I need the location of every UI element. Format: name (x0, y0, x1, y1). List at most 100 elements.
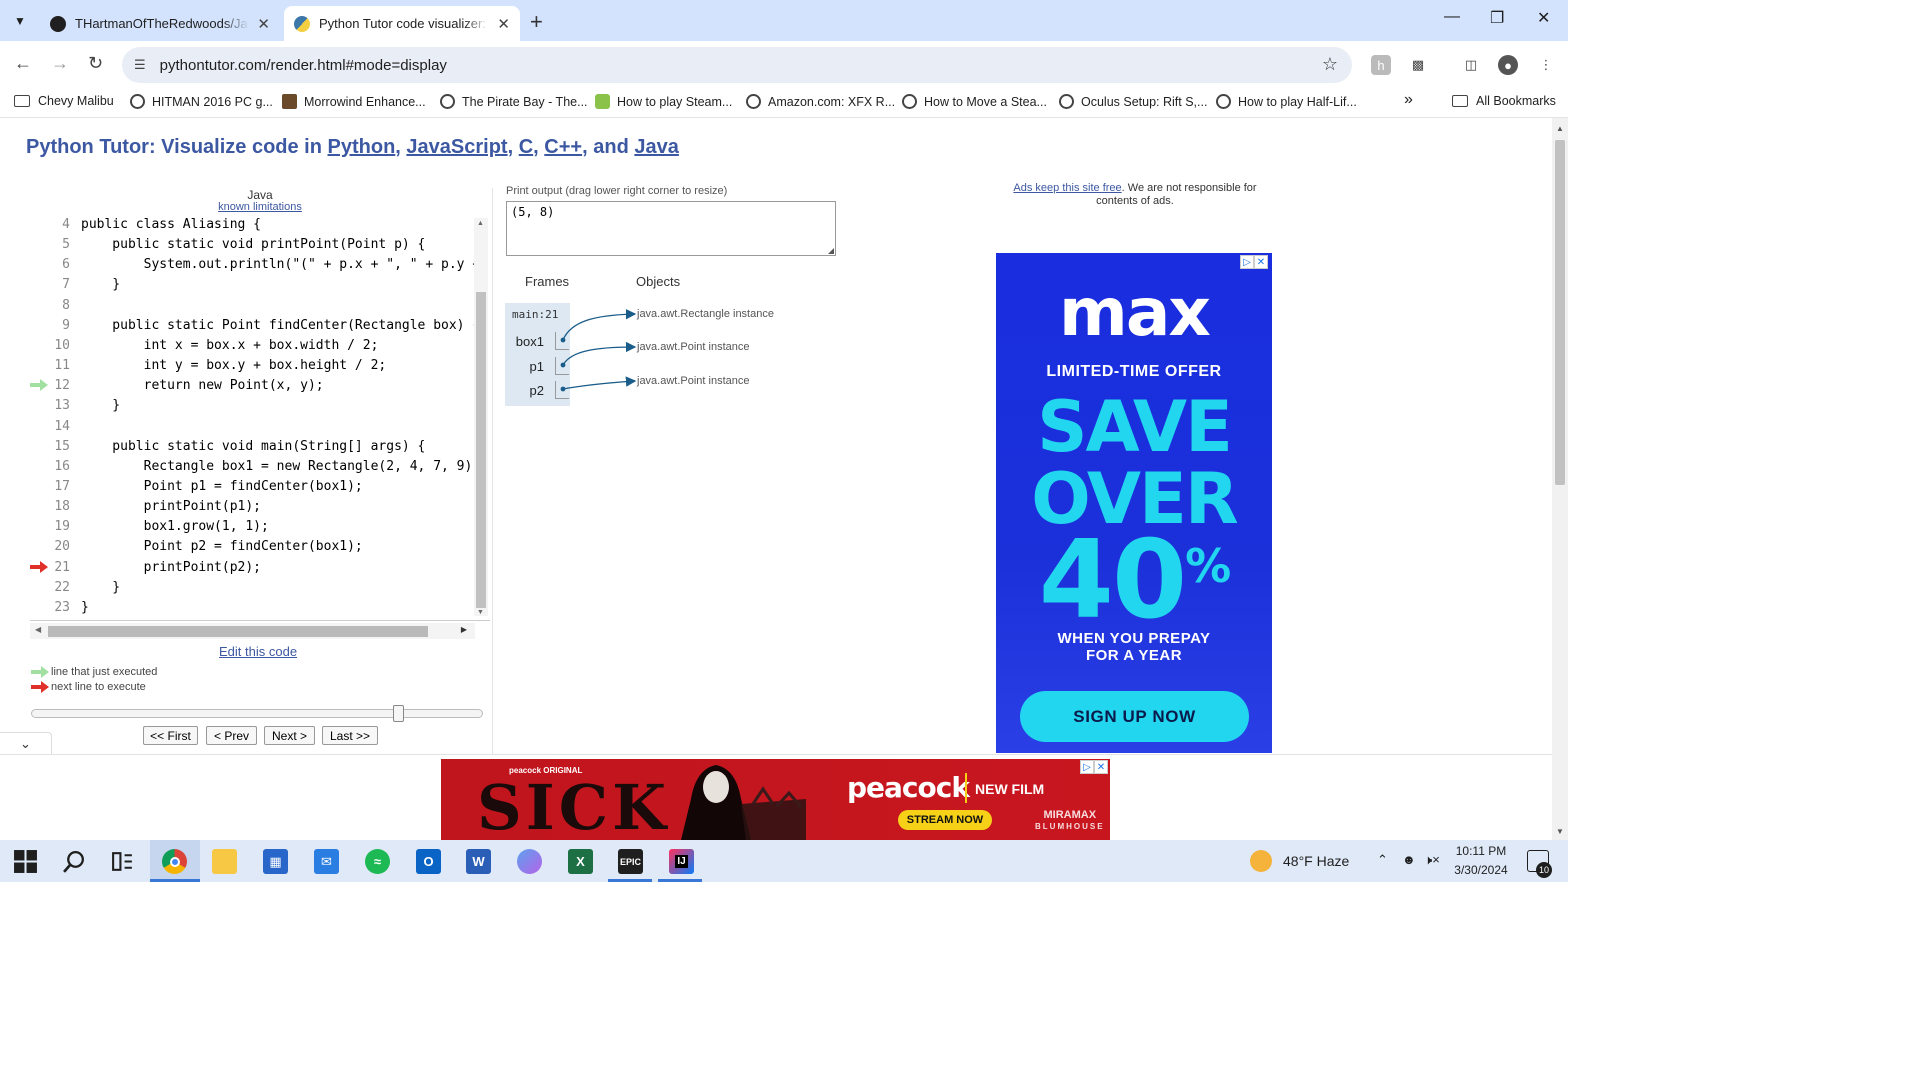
outlook-icon[interactable]: O (416, 849, 441, 874)
python-link[interactable]: Python (328, 136, 396, 158)
c-link[interactable]: C (519, 136, 533, 158)
show-hidden-icons-chevron-icon[interactable]: ⌃ (1377, 852, 1388, 868)
prev-button[interactable]: < Prev (206, 726, 257, 745)
code-horizontal-scrollbar[interactable]: ◀ ▶ (30, 623, 475, 639)
extension-icon[interactable]: h (1371, 55, 1391, 75)
url-text[interactable]: pythontutor.com/render.html#mode=display (160, 57, 447, 74)
word-icon[interactable]: W (466, 849, 491, 874)
close-window-button[interactable]: ✕ (1537, 8, 1550, 28)
bookmark-steam[interactable]: How to play Steam... (595, 94, 732, 109)
scroll-up-arrow[interactable]: ▲ (1556, 124, 1564, 133)
adchoices[interactable]: ▷ ✕ (1080, 760, 1108, 774)
bookmark-move-steam[interactable]: How to Move a Stea... (902, 94, 1047, 109)
java-link[interactable]: Java (634, 136, 679, 158)
excel-icon[interactable]: X (568, 849, 593, 874)
profile-avatar[interactable]: ● (1498, 55, 1518, 75)
print-output-box[interactable]: (5, 8) (506, 201, 836, 256)
max-ad-banner[interactable]: ▷ ✕ max LIMITED-TIME OFFER SAVE OVER 40%… (996, 253, 1272, 753)
code-line[interactable]: 4 public class Aliasing { (30, 215, 475, 235)
spotify-icon[interactable]: ≈ (365, 849, 390, 874)
scroll-left-arrow[interactable]: ◀ (35, 625, 41, 634)
peacock-ad-banner[interactable]: ▷ ✕ peacock ORIGINAL SICK peacock NEW FI… (441, 759, 1110, 840)
bookmark-hitman[interactable]: HITMAN 2016 PC g... (130, 94, 273, 109)
code-line[interactable]: 13 } (30, 396, 475, 416)
last-button[interactable]: Last >> (322, 726, 378, 745)
epic-games-icon[interactable]: EPIC (618, 849, 643, 874)
scroll-right-arrow[interactable]: ▶ (461, 625, 467, 634)
page-vertical-scrollbar[interactable]: ▲ ▼ (1552, 118, 1568, 840)
clock-time[interactable]: 10:11 PM (1452, 844, 1510, 858)
sign-up-now-button[interactable]: SIGN UP NOW (1020, 691, 1249, 742)
task-view-icon[interactable] (110, 849, 135, 874)
step-slider-handle[interactable] (392, 705, 404, 722)
code-line[interactable]: 8 (30, 296, 475, 316)
tab-github[interactable]: THartmanOfTheRedwoods/Java ✕ (40, 6, 280, 41)
menu-kebab-icon[interactable]: ⋮ (1536, 55, 1556, 75)
code-line[interactable]: 11 int y = box.y + box.height / 2; (30, 356, 475, 376)
stream-now-button[interactable]: STREAM NOW (898, 810, 992, 830)
adchoices-icon[interactable]: ▷ (1080, 760, 1094, 774)
tab-python-tutor[interactable]: Python Tutor code visualizer: Vi ✕ (284, 6, 520, 41)
bookmark-half-life[interactable]: How to play Half-Lif... (1216, 94, 1357, 109)
site-info-icon[interactable]: ☰ (134, 57, 146, 73)
clock-date[interactable]: 3/30/2024 (1450, 863, 1512, 877)
bookmark-amazon[interactable]: Amazon.com: XFX R... (746, 94, 895, 109)
adchoices[interactable]: ▷ ✕ (1240, 255, 1268, 269)
scroll-up-arrow[interactable]: ▲ (477, 220, 484, 227)
code-line[interactable]: 9 public static Point findCenter(Rectang… (30, 316, 480, 336)
network-icon[interactable]: ☻ (1402, 852, 1416, 867)
bookmarks-overflow-button[interactable]: » (1404, 91, 1413, 109)
bookmark-star-icon[interactable]: ☆ (1322, 54, 1338, 75)
code-line[interactable]: 15 public static void main(String[] args… (30, 437, 475, 457)
cpp-link[interactable]: C++ (544, 136, 582, 158)
code-line[interactable]: 14 (30, 417, 475, 437)
code-line[interactable]: 21 printPoint(p2); (30, 558, 475, 578)
weather-icon[interactable] (1250, 850, 1272, 872)
file-explorer-icon[interactable] (212, 849, 237, 874)
notification-count-badge[interactable]: 10 (1536, 862, 1552, 878)
code-line[interactable]: 5 public static void printPoint(Point p)… (30, 235, 475, 255)
copilot-icon[interactable] (517, 849, 542, 874)
tab-search-button[interactable]: ▼ (6, 8, 34, 34)
close-tab-icon[interactable]: ✕ (497, 15, 510, 33)
resize-grip-icon[interactable] (828, 248, 834, 254)
code-line[interactable]: 7 } (30, 275, 475, 295)
next-button[interactable]: Next > (264, 726, 315, 745)
step-slider[interactable] (31, 709, 483, 718)
chrome-icon[interactable] (162, 849, 187, 874)
scroll-thumb[interactable] (48, 626, 428, 637)
scroll-down-arrow[interactable]: ▼ (477, 609, 484, 616)
code-line[interactable]: 23} (30, 598, 475, 618)
known-limitations-link[interactable]: known limitations (200, 201, 320, 213)
scroll-thumb[interactable] (1555, 140, 1565, 485)
javascript-link[interactable]: JavaScript (406, 136, 507, 158)
code-line[interactable]: 17 Point p1 = findCenter(box1); (30, 477, 475, 497)
reload-button[interactable]: ↻ (88, 53, 103, 74)
scroll-down-arrow[interactable]: ▼ (1556, 827, 1564, 836)
code-line[interactable]: 19 box1.grow(1, 1); (30, 517, 475, 537)
intellij-icon[interactable]: IJ (669, 849, 694, 874)
scroll-thumb[interactable] (476, 292, 486, 608)
code-line[interactable]: 6 System.out.println("(" + p.x + ", " + … (30, 255, 490, 275)
new-tab-button[interactable]: + (530, 9, 543, 35)
first-button[interactable]: << First (143, 726, 198, 745)
bookmark-chevy-malibu[interactable]: Chevy Malibu (14, 94, 114, 108)
mail-icon[interactable]: ✉ (314, 849, 339, 874)
windows-start-icon[interactable] (13, 849, 38, 874)
adchoices-icon[interactable]: ▷ (1240, 255, 1254, 269)
code-vertical-scrollbar[interactable]: ▲ ▼ (474, 218, 488, 616)
bookmark-oculus[interactable]: Oculus Setup: Rift S,... (1059, 94, 1207, 109)
code-line[interactable]: 10 int x = box.x + box.width / 2; (30, 336, 475, 356)
close-tab-icon[interactable]: ✕ (257, 15, 270, 33)
ads-keep-site-free-link[interactable]: Ads keep this site free (1013, 182, 1121, 194)
bookmark-morrowind[interactable]: Morrowind Enhance... (282, 94, 426, 109)
collapse-button[interactable]: ⌄ (0, 732, 52, 754)
microsoft-store-icon[interactable]: ▦ (263, 849, 288, 874)
code-line[interactable]: 22 } (30, 578, 475, 598)
minimize-button[interactable]: — (1444, 8, 1460, 26)
code-line[interactable]: 12 return new Point(x, y); (30, 376, 475, 396)
side-panel-icon[interactable]: ◫ (1461, 55, 1481, 75)
address-bar[interactable]: ☰ pythontutor.com/render.html#mode=displ… (122, 47, 1352, 83)
bookmark-pirate-bay[interactable]: The Pirate Bay - The... (440, 94, 588, 109)
code-line[interactable]: 16 Rectangle box1 = new Rectangle(2, 4, … (30, 457, 480, 477)
